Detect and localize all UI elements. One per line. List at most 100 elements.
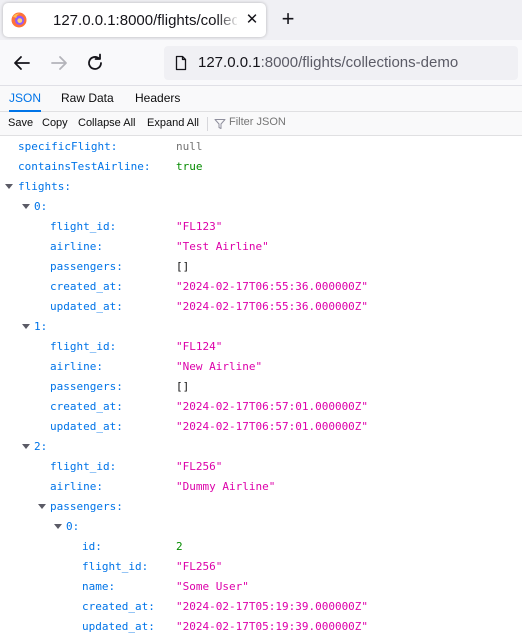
json-row[interactable]: airline: "Dummy Airline" [0,477,522,497]
json-row[interactable]: created_at: "2024-02-17T05:19:39.000000Z… [0,597,522,617]
json-row[interactable]: passengers: [] [0,377,522,397]
json-key: airline: [50,240,103,253]
json-key: airline: [50,480,103,493]
expand-twisty-icon[interactable] [54,524,62,529]
json-row[interactable]: created_at: "2024-02-17T06:55:36.000000Z… [0,277,522,297]
toolbar-divider [207,117,208,131]
expand-all-button[interactable]: Expand All [147,117,199,129]
save-button[interactable]: Save [8,117,33,129]
json-key: name: [82,580,116,593]
json-value: "2024-02-17T06:55:36.000000Z" [176,280,369,293]
json-key: flight_id: [50,460,117,473]
address-bar[interactable]: 127.0.0.1:8000/flights/collections-demo [164,46,518,80]
json-value: "2024-02-17T06:57:01.000000Z" [176,420,369,433]
json-key: passengers: [50,500,123,513]
json-key: created_at: [50,280,123,293]
page-icon [175,55,187,71]
json-row[interactable]: 2: [0,437,522,457]
json-value: true [176,160,203,173]
tab-headers[interactable]: Headers [135,86,180,111]
json-row[interactable]: updated_at: "2024-02-17T05:19:39.000000Z… [0,617,522,637]
back-arrow-icon[interactable] [10,51,34,75]
json-tree: specificFlight: null containsTestAirline… [0,137,522,641]
json-key: created_at: [50,400,123,413]
url-host: 127.0.0.1 [198,54,261,71]
json-value: "Some User" [176,580,249,593]
json-row[interactable]: airline: "New Airline" [0,357,522,377]
json-row[interactable]: specificFlight: null [0,137,522,157]
json-row[interactable]: containsTestAirline: true [0,157,522,177]
json-key: updated_at: [50,420,123,433]
json-key: updated_at: [50,300,123,313]
json-value: 2 [176,540,183,553]
json-value: "New Airline" [176,360,263,373]
json-row[interactable]: airline: "Test Airline" [0,237,522,257]
json-key: flight_id: [50,340,117,353]
json-value: "FL124" [176,340,223,353]
tab-title-fade [217,7,239,33]
json-key: updated_at: [82,620,155,633]
expand-twisty-icon[interactable] [22,204,30,209]
reload-icon[interactable] [83,51,107,75]
collapse-all-button[interactable]: Collapse All [78,117,135,129]
json-key: 0: [66,520,80,533]
json-value: "Test Airline" [176,240,269,253]
tab-strip: 127.0.0.1:8000/flights/collections-demo … [0,0,522,40]
json-row[interactable]: 0: [0,197,522,217]
json-value: null [176,140,203,153]
browser-tab[interactable]: 127.0.0.1:8000/flights/collections-demo … [3,3,266,37]
json-key: airline: [50,360,103,373]
tab-json[interactable]: JSON [9,86,42,112]
json-key: specificFlight: [18,140,118,153]
json-key: containsTestAirline: [18,160,151,173]
json-key: 2: [34,440,48,453]
new-tab-button[interactable]: + [277,8,299,31]
json-key: created_at: [82,600,155,613]
json-row[interactable]: flight_id: "FL124" [0,337,522,357]
json-value: "2024-02-17T06:57:01.000000Z" [176,400,369,413]
json-row[interactable]: flight_id: "FL123" [0,217,522,237]
json-toolbar: Save Copy Collapse All Expand All [0,112,522,136]
json-row[interactable]: flight_id: "FL256" [0,557,522,577]
json-value: "FL256" [176,460,223,473]
json-row[interactable]: flight_id: "FL256" [0,457,522,477]
filter-json-input[interactable] [229,116,349,128]
close-tab-icon[interactable]: ✕ [243,11,261,29]
json-row[interactable]: created_at: "2024-02-17T06:57:01.000000Z… [0,397,522,417]
json-key: 1: [34,320,48,333]
json-row[interactable]: name: "Some User" [0,577,522,597]
expand-twisty-icon[interactable] [38,504,46,509]
copy-button[interactable]: Copy [42,117,68,129]
json-value: "FL123" [176,220,223,233]
firefox-icon [11,12,27,28]
navigation-bar: 127.0.0.1:8000/flights/collections-demo [0,40,522,86]
json-value: "Dummy Airline" [176,480,276,493]
url-path: :8000/flights/collections-demo [260,54,459,71]
json-value: "2024-02-17T06:55:36.000000Z" [176,300,369,313]
json-value: "2024-02-17T05:19:39.000000Z" [176,600,369,613]
tab-title: 127.0.0.1:8000/flights/collections-demo [53,12,237,29]
json-row[interactable]: 0: [0,517,522,537]
json-row[interactable]: 1: [0,317,522,337]
json-row[interactable]: passengers: [] [0,257,522,277]
json-value: [] [176,380,190,393]
json-row[interactable]: passengers: [0,497,522,517]
forward-arrow-icon[interactable] [47,51,71,75]
tab-raw-data[interactable]: Raw Data [61,86,114,111]
json-row[interactable]: flights: [0,177,522,197]
expand-twisty-icon[interactable] [22,444,30,449]
json-key: flight_id: [50,220,117,233]
json-value: "FL256" [176,560,223,573]
json-value: [] [176,260,190,273]
expand-twisty-icon[interactable] [5,184,13,189]
json-row[interactable]: updated_at: "2024-02-17T06:57:01.000000Z… [0,417,522,437]
viewer-tabs: JSON Raw Data Headers [0,86,522,112]
json-key: passengers: [50,260,123,273]
url-text: 127.0.0.1:8000/flights/collections-demo [198,54,458,71]
json-row[interactable]: id: 2 [0,537,522,557]
json-row[interactable]: updated_at: "2024-02-17T06:55:36.000000Z… [0,297,522,317]
expand-twisty-icon[interactable] [22,324,30,329]
json-key: id: [82,540,102,553]
json-key: passengers: [50,380,123,393]
json-key: 0: [34,200,48,213]
